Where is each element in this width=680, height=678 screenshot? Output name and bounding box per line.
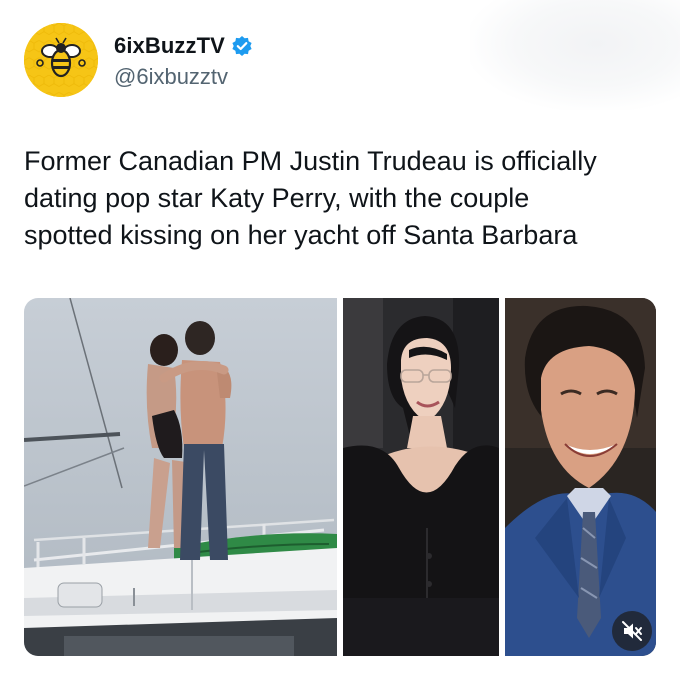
display-name[interactable]: 6ixBuzzTV — [114, 33, 225, 59]
verified-badge-icon — [232, 36, 252, 56]
speaker-muted-icon — [622, 621, 642, 641]
tweet-text-line: Former Canadian PM Justin Trudeau is off… — [24, 146, 597, 176]
media-grid — [24, 298, 656, 656]
avatar[interactable] — [24, 23, 98, 97]
photo-woman[interactable] — [343, 298, 499, 656]
account-name-row[interactable]: 6ixBuzzTV — [114, 33, 253, 59]
tweet-text-line: dating pop star Katy Perry, with the cou… — [24, 183, 530, 213]
tweet-text: Former Canadian PM Justin Trudeau is off… — [24, 143, 664, 254]
yacht-couple-photo — [24, 298, 337, 656]
mute-button[interactable] — [612, 611, 652, 651]
woman-portrait-photo — [343, 298, 499, 656]
background-glow — [470, 0, 680, 110]
bee-logo-icon — [24, 23, 98, 97]
tweet-text-line: spotted kissing on her yacht off Santa B… — [24, 220, 578, 250]
man-portrait-photo — [505, 298, 656, 656]
account-handle[interactable]: @6ixbuzztv — [114, 64, 228, 90]
photo-yacht[interactable] — [24, 298, 337, 656]
photo-man[interactable] — [505, 298, 656, 656]
